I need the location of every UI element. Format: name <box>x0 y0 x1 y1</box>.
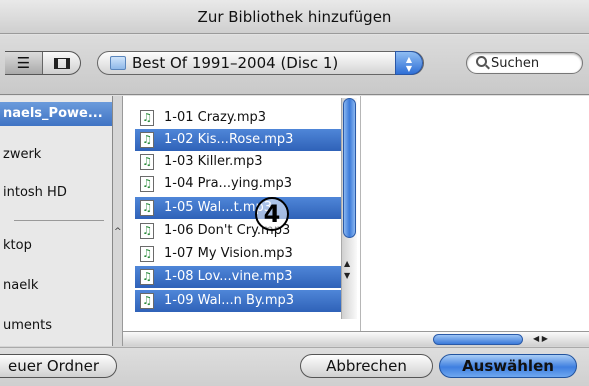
audio-file-icon: ♫ <box>140 246 154 262</box>
file-name: 1-04 Pra...ying.mp3 <box>164 176 293 191</box>
file-column: ♫ 1-01 Crazy.mp3 ♫ 1-02 Kis...Rose.mp3 ♫… <box>123 96 361 331</box>
audio-file-icon: ♫ <box>140 110 154 126</box>
sidebar-item-desktop[interactable]: ktop <box>0 234 112 258</box>
vertical-scroll-thumb[interactable] <box>343 98 356 238</box>
audio-file-icon: ♫ <box>140 132 154 148</box>
file-name: 1-03 Killer.mp3 <box>164 154 263 169</box>
list-view-button[interactable]: ☰ <box>5 52 42 74</box>
file-row[interactable]: ♫ 1-08 Lov...vine.mp3 <box>135 266 353 288</box>
sidebar-item-macintosh-hd[interactable]: intosh HD <box>0 181 112 205</box>
search-field[interactable] <box>466 52 583 74</box>
caret-up-icon: ^ <box>114 227 122 237</box>
audio-file-icon: ♫ <box>140 200 154 216</box>
scroll-arrows-icon[interactable]: ▲ ▼ <box>344 258 350 282</box>
sidebar-item-home[interactable]: naelk <box>0 274 112 298</box>
file-row[interactable]: ♫ 1-02 Kis...Rose.mp3 <box>135 129 353 151</box>
sidebar-item-disk[interactable]: naels_Powe... <box>0 102 112 126</box>
column-view-button[interactable] <box>43 52 80 74</box>
cancel-button[interactable]: Abbrechen <box>300 354 433 378</box>
popup-stepper-icon[interactable]: ▲ ▼ <box>395 51 423 75</box>
vertical-scrollbar[interactable]: ▲ ▼ <box>341 98 357 319</box>
horizontal-scroll-thumb[interactable] <box>433 334 523 345</box>
toolbar: ☰ Best Of 1991–2004 (Disc 1) ▲ ▼ <box>0 35 589 95</box>
file-row[interactable]: ♫ 1-04 Pra...ying.mp3 <box>135 173 353 195</box>
footer: euer Ordner Abbrechen Auswählen <box>0 347 589 386</box>
location-popup[interactable]: Best Of 1991–2004 (Disc 1) ▲ ▼ <box>97 51 424 75</box>
file-row[interactable]: ♫ 1-03 Killer.mp3 <box>135 151 353 173</box>
new-folder-button[interactable]: euer Ordner <box>0 354 117 378</box>
sidebar-item-documents[interactable]: uments <box>0 314 112 338</box>
sidebar-divider <box>14 220 104 221</box>
view-mode-control: ☰ <box>5 51 81 75</box>
location-label: Best Of 1991–2004 (Disc 1) <box>132 54 339 72</box>
file-row[interactable]: ♫ 1-01 Crazy.mp3 <box>135 107 353 129</box>
column-view-icon <box>53 57 70 69</box>
sidebar-resize-handle[interactable]: ^ <box>113 96 122 346</box>
file-row[interactable]: ♫ 1-05 Wal...t.mp3 <box>135 197 353 219</box>
folder-icon <box>110 56 126 70</box>
callout-marker: 4 <box>255 197 289 231</box>
audio-file-icon: ♫ <box>140 293 154 309</box>
sidebar-item-network[interactable]: zwerk <box>0 143 112 167</box>
file-row[interactable]: ♫ 1-07 My Vision.mp3 <box>135 243 353 265</box>
file-name: 1-09 Wal...n By.mp3 <box>164 293 295 308</box>
file-row[interactable]: ♫ 1-06 Don't Cry.mp3 <box>135 220 353 242</box>
choose-button[interactable]: Auswählen <box>439 354 577 378</box>
audio-file-icon: ♫ <box>140 269 154 285</box>
file-name: 1-01 Crazy.mp3 <box>164 110 267 125</box>
window-title: Zur Bibliothek hinzufügen <box>0 0 589 34</box>
file-row[interactable]: ♫ 1-09 Wal...n By.mp3 <box>135 290 353 312</box>
audio-file-icon: ♫ <box>140 176 154 192</box>
file-name: 1-07 My Vision.mp3 <box>164 246 293 261</box>
audio-file-icon: ♫ <box>140 154 154 170</box>
search-input[interactable] <box>491 55 576 71</box>
search-icon <box>476 56 487 67</box>
horizontal-scroll-arrows-icon[interactable]: ◀ ▶ <box>533 332 548 346</box>
file-browser: ♫ 1-01 Crazy.mp3 ♫ 1-02 Kis...Rose.mp3 ♫… <box>122 96 589 346</box>
file-name: 1-02 Kis...Rose.mp3 <box>164 132 294 147</box>
file-name: 1-08 Lov...vine.mp3 <box>164 269 293 284</box>
sidebar: naels_Powe... zwerk intosh HD ktop naelk… <box>0 96 113 346</box>
audio-file-icon: ♫ <box>140 223 154 239</box>
list-view-icon: ☰ <box>16 53 31 72</box>
horizontal-scrollbar[interactable]: ◀ ▶ <box>123 331 589 346</box>
